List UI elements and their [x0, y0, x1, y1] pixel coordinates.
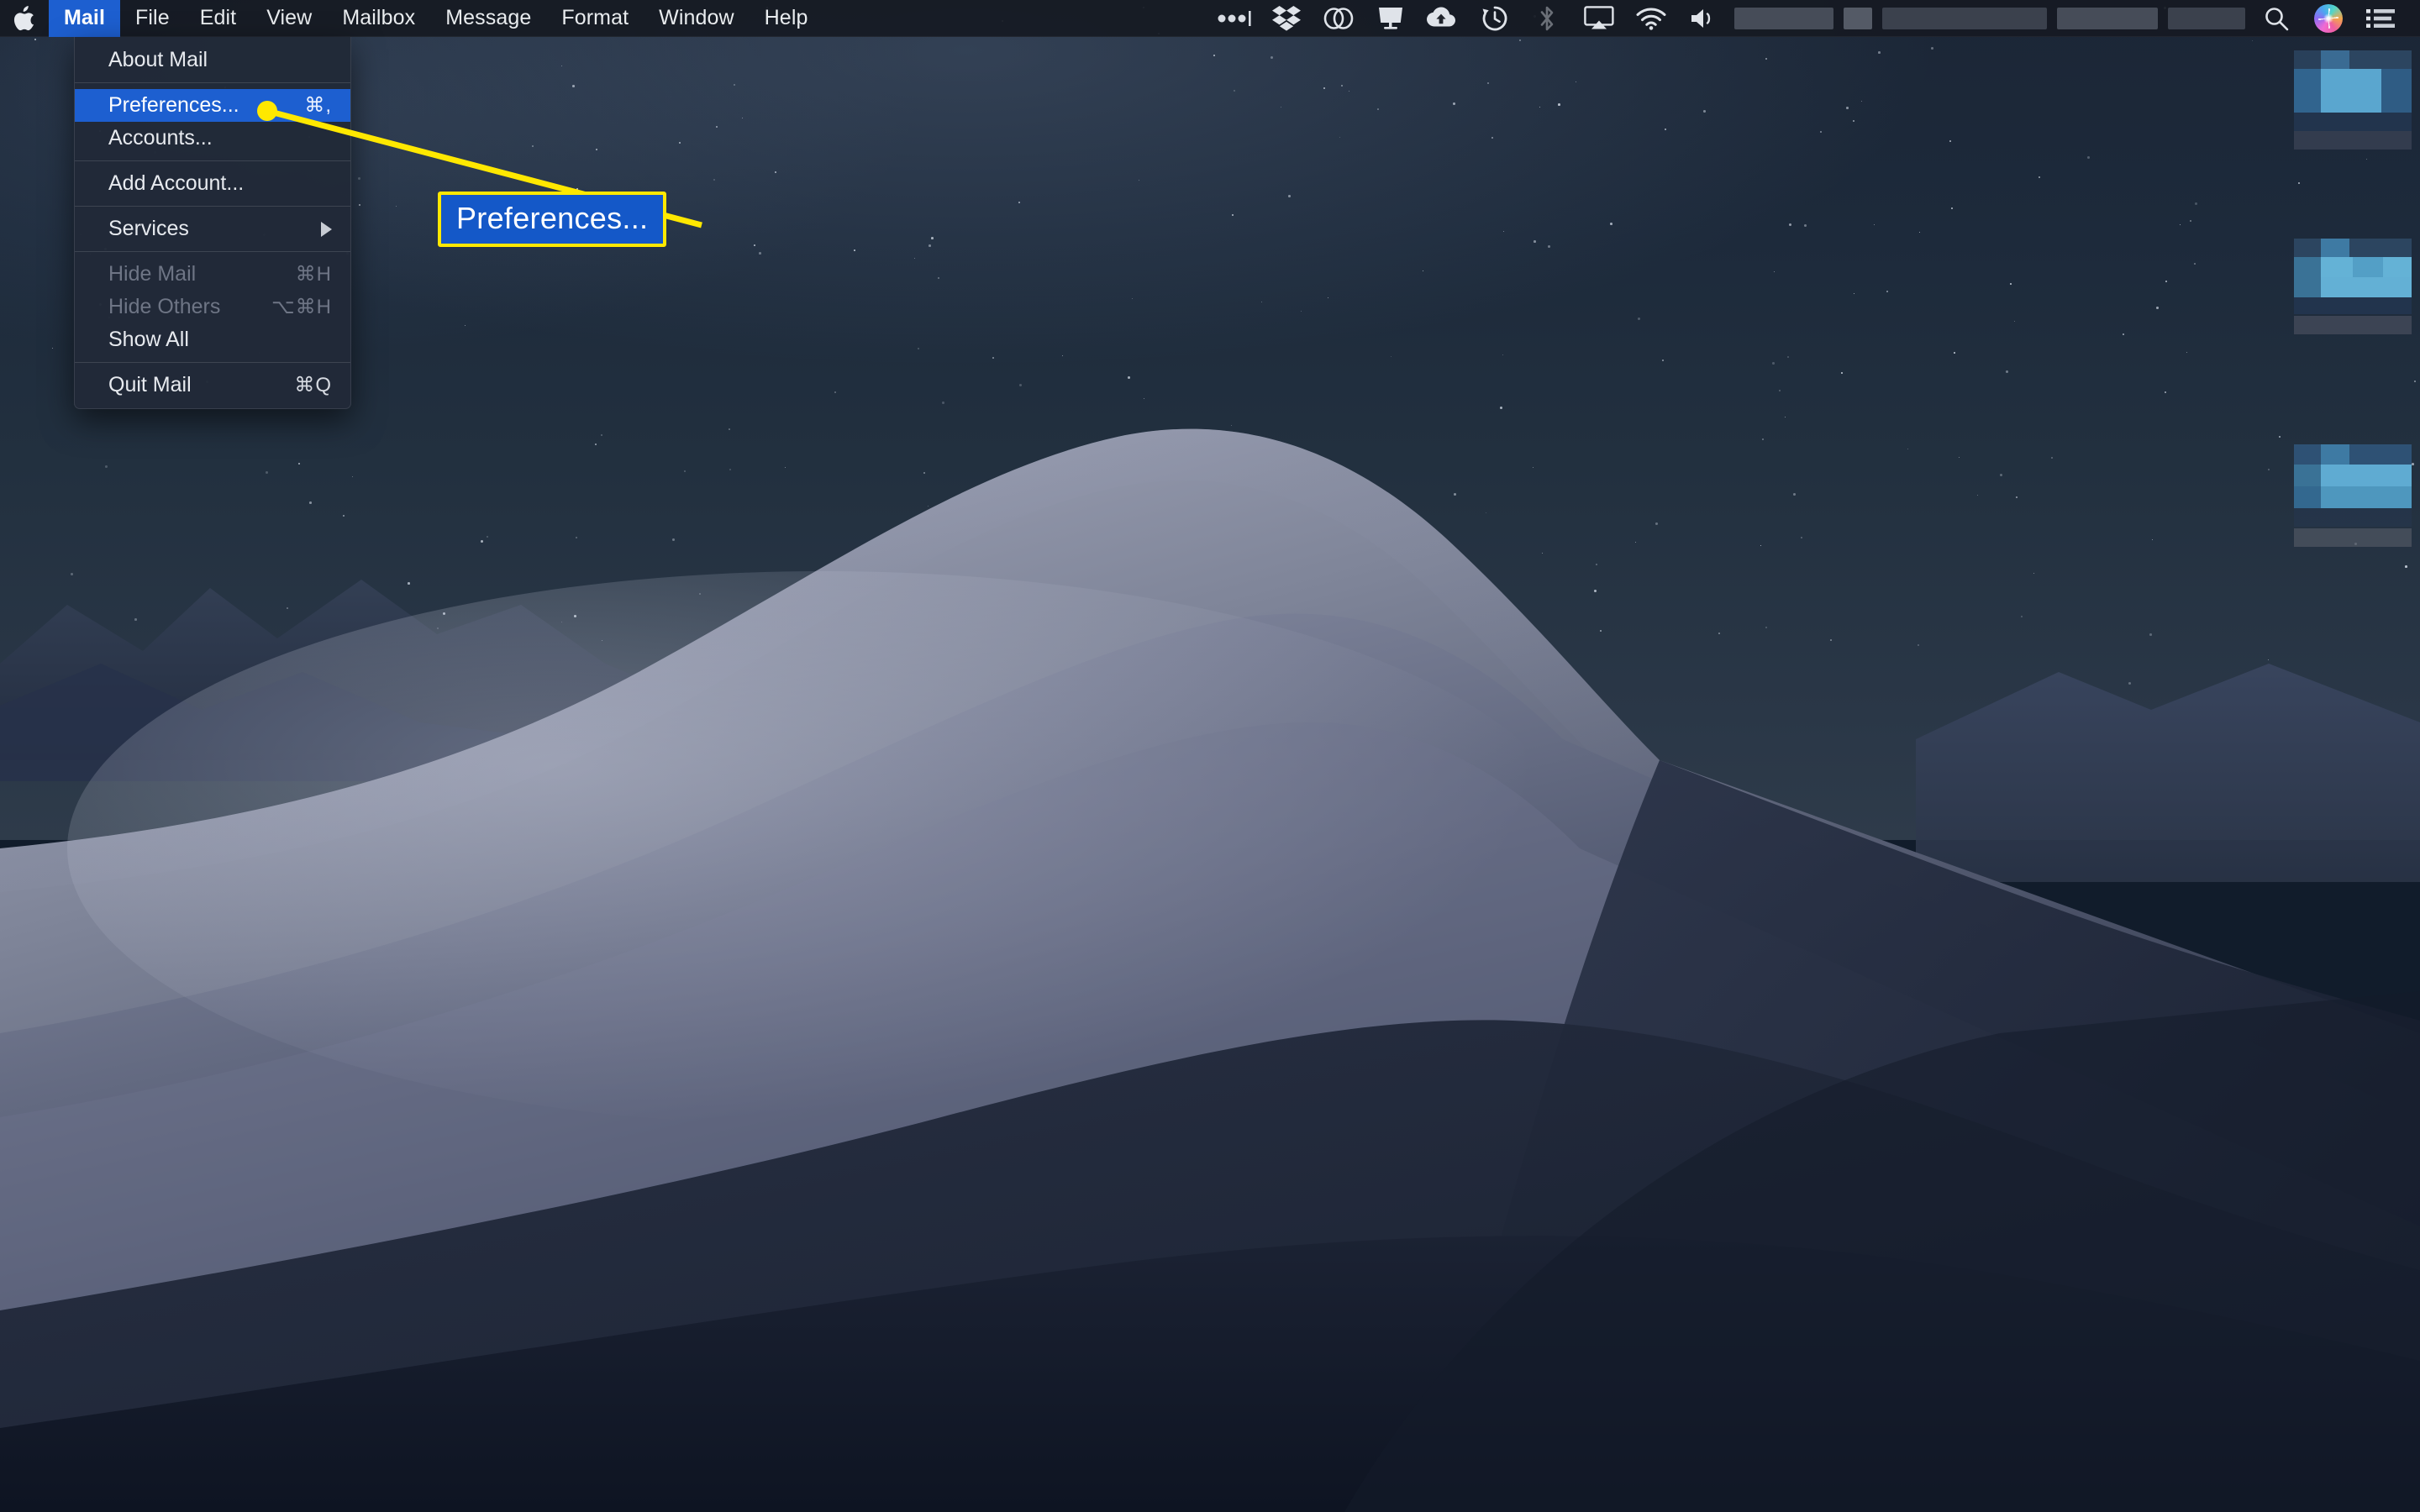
dropbox-icon[interactable] [1260, 0, 1313, 37]
menu-item-add-account[interactable]: Add Account... [75, 167, 350, 200]
menu-item-preferences[interactable]: Preferences... ⌘, [75, 89, 350, 122]
annotation-callout-box: Preferences... [438, 192, 667, 247]
menu-item-label: Preferences... [108, 93, 239, 117]
apple-menu-item[interactable] [0, 0, 49, 37]
menu-bar-item-mail[interactable]: Mail [49, 0, 121, 37]
bluetooth-icon[interactable] [1521, 0, 1573, 37]
menu-item-shortcut: ⌘, [304, 94, 332, 117]
menu-item-hide-others: Hide Others ⌥⌘H [75, 291, 350, 323]
adobe-creative-cloud-icon[interactable] [1313, 0, 1365, 37]
desktop-icon-1[interactable] [2294, 50, 2412, 160]
menu-item-label: Hide Others [108, 295, 221, 318]
siri-icon[interactable] [2302, 0, 2354, 37]
time-machine-icon[interactable] [1469, 0, 1521, 37]
menu-bar-item-label: Window [659, 6, 734, 29]
mail-application-menu[interactable]: About Mail Preferences... ⌘, Accounts...… [74, 37, 351, 409]
menu-item-show-all[interactable]: Show All [75, 323, 350, 356]
redacted-status-block [1734, 7, 1833, 29]
menu-bar-item-window[interactable]: Window [644, 0, 750, 37]
cloud-upload-icon[interactable] [1417, 0, 1469, 37]
menu-item-services[interactable]: Services [75, 213, 350, 245]
menu-bar-item-label: Edit [199, 6, 237, 29]
redacted-status-block [2057, 7, 2158, 29]
menu-bar-item-format[interactable]: Format [546, 0, 644, 37]
menu-bar-item-label: Format [561, 6, 629, 29]
control-center-list-icon[interactable] [2354, 0, 2407, 37]
menu-bar-item-label: View [266, 6, 313, 29]
volume-icon[interactable] [1677, 0, 1729, 37]
menu-bar-item-label: Mailbox [342, 6, 416, 29]
menu-item-accounts[interactable]: Accounts... [75, 122, 350, 155]
menu-bar-item-label: Help [764, 6, 808, 29]
menu-bar-item-label: File [135, 6, 170, 29]
desktop-wallpaper [0, 0, 2420, 1512]
submenu-arrow-icon [321, 221, 332, 237]
menu-separator [75, 251, 350, 252]
menu-bar-item-message[interactable]: Message [430, 0, 546, 37]
menu-bar-status-area [1208, 0, 2420, 37]
annotation-callout-label: Preferences... [456, 201, 649, 235]
menu-item-about-mail[interactable]: About Mail [75, 44, 350, 76]
menu-item-hide-mail: Hide Mail ⌘H [75, 258, 350, 291]
menu-bar-left: Mail File Edit View Mailbox Message Form… [0, 0, 823, 37]
menu-separator [75, 206, 350, 207]
spotlight-search-icon[interactable] [2250, 0, 2302, 37]
menu-item-label: Quit Mail [108, 373, 192, 396]
redacted-status-block [2168, 7, 2245, 29]
menu-bar-item-label: Mail [64, 6, 106, 29]
menu-item-label: About Mail [108, 48, 208, 71]
menu-item-shortcut: ⌘H [295, 263, 332, 286]
dune-landscape [0, 428, 2420, 1512]
desktop-icon-2[interactable] [2294, 239, 2412, 348]
display-screen-icon[interactable] [1365, 0, 1417, 37]
menu-bar-item-file[interactable]: File [120, 0, 185, 37]
wifi-icon[interactable] [1625, 0, 1677, 37]
menu-separator [75, 362, 350, 363]
menu-bar-item-label: Message [445, 6, 532, 29]
desktop-icon-3[interactable] [2294, 444, 2412, 554]
apple-logo-icon [13, 5, 34, 30]
bartender-dots-icon[interactable] [1208, 0, 1260, 37]
menu-bar-item-help[interactable]: Help [750, 0, 823, 37]
menu-item-shortcut: ⌥⌘H [271, 296, 332, 318]
menu-bar-item-view[interactable]: View [251, 0, 327, 37]
menu-bar-item-mailbox[interactable]: Mailbox [327, 0, 430, 37]
menu-item-label: Show All [108, 328, 189, 351]
menu-item-label: Add Account... [108, 171, 245, 195]
menu-bar-item-edit[interactable]: Edit [185, 0, 251, 37]
menu-item-label: Services [108, 217, 189, 240]
redacted-status-block [1844, 7, 1872, 29]
menu-bar[interactable]: Mail File Edit View Mailbox Message Form… [0, 0, 2420, 37]
menu-item-label: Hide Mail [108, 262, 197, 286]
menu-separator [75, 82, 350, 83]
menu-item-label: Accounts... [108, 126, 213, 150]
menu-separator [75, 160, 350, 161]
menu-item-shortcut: ⌘Q [294, 374, 332, 396]
menu-item-quit-mail[interactable]: Quit Mail ⌘Q [75, 369, 350, 402]
airplay-icon[interactable] [1573, 0, 1625, 37]
redacted-status-block [1882, 7, 2047, 29]
